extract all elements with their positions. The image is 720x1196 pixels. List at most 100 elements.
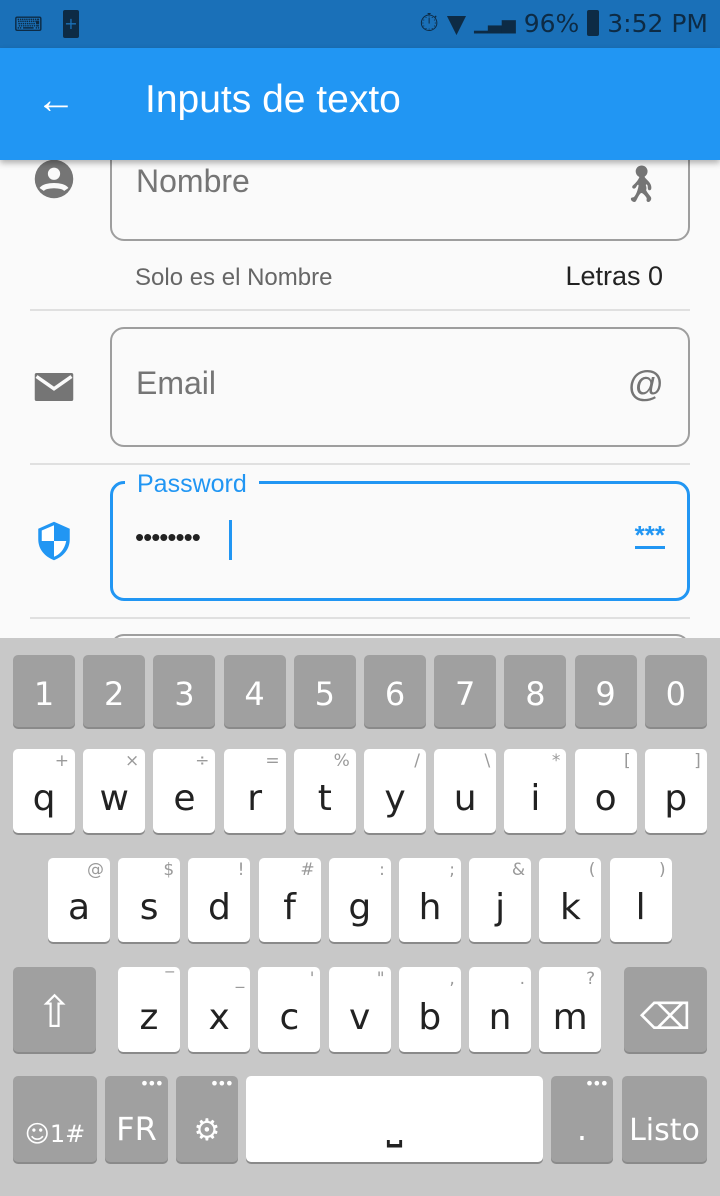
- key-5[interactable]: 5: [293, 655, 356, 727]
- key-label: 7: [455, 675, 476, 713]
- period-key[interactable]: . •••: [551, 1074, 613, 1162]
- key-alt-label: ): [658, 860, 666, 880]
- key-w[interactable]: w ×: [83, 749, 146, 833]
- key-h[interactable]: h;: [399, 858, 461, 942]
- key-x[interactable]: x _: [188, 967, 251, 1052]
- divider: [30, 463, 690, 465]
- key-label: s: [139, 887, 159, 928]
- key-alt-label: +: [54, 751, 69, 771]
- email-label: Email: [136, 365, 217, 401]
- security-shield-icon: [38, 521, 70, 561]
- key-k[interactable]: k(: [539, 858, 602, 942]
- password-value: ••••••••: [135, 522, 201, 552]
- key-c[interactable]: c ': [258, 967, 321, 1052]
- key-b[interactable]: b,: [398, 967, 461, 1052]
- key-label: x: [208, 997, 230, 1038]
- key-f[interactable]: f #: [258, 858, 321, 942]
- key-label: r: [247, 778, 262, 819]
- language-key[interactable]: FR •••: [105, 1074, 168, 1162]
- key-label: 5: [314, 675, 335, 713]
- key-z[interactable]: z ‾: [118, 967, 180, 1052]
- nombre-helper: Solo es el Nombre: [135, 264, 333, 291]
- space-key[interactable]: ⎵: [246, 1076, 543, 1162]
- key-p[interactable]: p]: [644, 749, 707, 833]
- key-e[interactable]: e ÷: [153, 749, 216, 833]
- key-4[interactable]: 4: [223, 655, 286, 727]
- backspace-key[interactable]: ⌫: [624, 967, 707, 1052]
- key-alt-label: _: [235, 969, 245, 989]
- key-alt-label: &: [511, 860, 526, 880]
- key-label: y: [384, 778, 406, 819]
- key-o[interactable]: o[: [574, 749, 637, 833]
- key-i[interactable]: i *: [504, 749, 567, 833]
- key-r[interactable]: r =: [223, 749, 286, 833]
- key-alt-label: =: [265, 751, 280, 771]
- key-l[interactable]: l): [609, 858, 672, 942]
- key-t[interactable]: t%: [293, 749, 356, 833]
- key-alt-label: ;: [449, 860, 455, 880]
- key-alt-label: ÷: [195, 751, 210, 771]
- battery-percent: 96%: [523, 8, 580, 38]
- key-label: .: [576, 1110, 588, 1148]
- key-0[interactable]: 0: [644, 655, 707, 727]
- email-icon: [34, 373, 74, 401]
- key-1[interactable]: 1: [13, 655, 75, 727]
- key-label: v: [348, 997, 371, 1038]
- done-key[interactable]: Listo: [622, 1076, 707, 1162]
- key-label: FR: [116, 1110, 157, 1148]
- key-a[interactable]: a @: [48, 858, 110, 942]
- key-label: b: [418, 997, 442, 1038]
- key-6[interactable]: 6: [364, 655, 426, 727]
- key-8[interactable]: 8: [504, 655, 567, 727]
- key-alt-label: /: [414, 751, 420, 771]
- key-s[interactable]: s $: [118, 858, 181, 942]
- settings-key[interactable]: ⚙ •••: [176, 1074, 238, 1162]
- keyboard: 1 2 3 4 5 6 7 8 9 0 q + w × e ÷ r = t% y / u \ i * o[p] a @ s $ d! f # g:…: [0, 638, 720, 1196]
- key-v[interactable]: v ": [328, 967, 391, 1052]
- more-dots-icon: •••: [139, 1074, 164, 1093]
- battery-icon: [587, 10, 600, 36]
- key-3[interactable]: 3: [153, 655, 216, 727]
- back-arrow-icon[interactable]: ←: [36, 78, 76, 123]
- keyboard-icon: ⌨: [14, 12, 43, 36]
- key-7[interactable]: 7: [434, 655, 497, 727]
- key-label: i: [530, 778, 541, 819]
- key-alt-label: ,: [449, 969, 455, 989]
- key-g[interactable]: g:: [328, 858, 391, 942]
- key-d[interactable]: d!: [188, 858, 251, 942]
- text-cursor: [229, 520, 232, 560]
- key-alt-label: ": [376, 969, 385, 989]
- more-dots-icon: •••: [584, 1074, 609, 1093]
- key-y[interactable]: y /: [364, 749, 426, 833]
- key-alt-label: .: [519, 969, 525, 989]
- key-alt-label: (: [588, 860, 596, 880]
- key-label: k: [559, 887, 581, 928]
- key-label: w: [99, 778, 129, 819]
- key-alt-label: ]: [694, 751, 701, 771]
- symbols-key[interactable]: ☺1#: [13, 1076, 97, 1162]
- key-label: 6: [384, 675, 406, 713]
- key-u[interactable]: u \: [434, 749, 497, 833]
- password-suffix-icon[interactable]: ***: [634, 522, 665, 549]
- shift-key[interactable]: ⇧: [13, 967, 96, 1052]
- key-label: e: [173, 778, 196, 819]
- password-input[interactable]: Password •••••••• ***: [110, 470, 690, 601]
- key-j[interactable]: j &: [469, 858, 532, 942]
- signal-icon: ▁▃▅: [474, 12, 516, 34]
- divider: [30, 617, 690, 619]
- key-q[interactable]: q +: [13, 749, 75, 833]
- at-sign-icon: @: [627, 363, 664, 404]
- key-label: m: [552, 997, 588, 1038]
- email-input[interactable]: Email @: [110, 327, 690, 447]
- backspace-icon: ⌫: [640, 997, 691, 1038]
- key-label: p: [664, 778, 688, 819]
- password-label: Password: [125, 470, 259, 499]
- key-m[interactable]: m?: [539, 967, 602, 1052]
- accessibility-icon: 🚶︎: [618, 163, 664, 204]
- key-9[interactable]: 9: [574, 655, 637, 727]
- key-n[interactable]: n.: [469, 967, 531, 1052]
- key-label: d: [207, 887, 231, 928]
- key-label: o: [594, 778, 617, 819]
- key-2[interactable]: 2: [83, 655, 146, 727]
- key-label: 1: [33, 675, 55, 713]
